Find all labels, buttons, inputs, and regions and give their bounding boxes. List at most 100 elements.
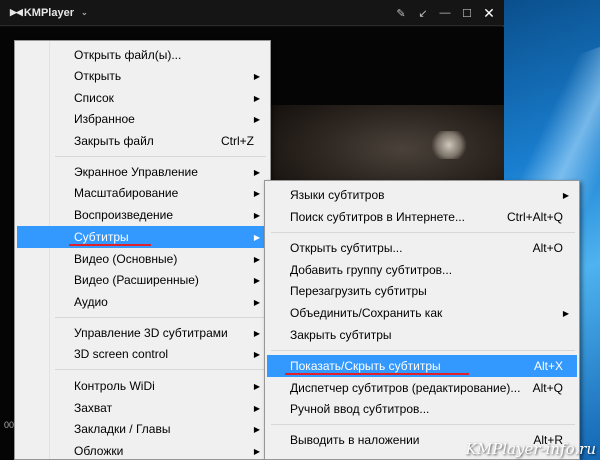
submenu-arrow-icon: ▶ bbox=[253, 210, 260, 220]
main-menu-item-6[interactable]: Экранное Управление ▶ bbox=[17, 161, 268, 183]
menu-item-label: Закрыть субтитры bbox=[290, 328, 392, 342]
pin-icon[interactable]: ✎ bbox=[392, 4, 410, 22]
submenu-arrow-icon: ▶ bbox=[253, 167, 260, 177]
menu-item-label: Управление 3D субтитрами bbox=[74, 326, 228, 340]
submenu-arrow-icon: ▶ bbox=[253, 424, 260, 434]
menu-item-label: Масштабирование bbox=[74, 186, 179, 200]
menu-item-label: Открыть субтитры... bbox=[290, 241, 403, 255]
menu-item-label: Обложки bbox=[74, 444, 124, 458]
menu-item-label: 3D screen control bbox=[74, 347, 169, 361]
menu-item-shortcut: Alt+X bbox=[533, 359, 563, 373]
menu-item-label: Аудио bbox=[74, 295, 108, 309]
menu-item-label: Закрыть файл bbox=[74, 134, 154, 148]
menu-item-label: Видео (Основные) bbox=[74, 252, 178, 266]
close-icon[interactable]: ✕ bbox=[480, 4, 498, 22]
menu-item-label: Диспетчер субтитров (редактирование)... bbox=[290, 381, 521, 395]
menu-separator bbox=[271, 424, 575, 425]
menu-separator bbox=[55, 317, 266, 318]
menu-item-label: Ручной ввод субтитров... bbox=[290, 402, 430, 416]
menu-item-shortcut: Alt+O bbox=[532, 241, 563, 255]
submenu-arrow-icon: ▶ bbox=[253, 93, 260, 103]
submenu-arrow-icon: ▶ bbox=[253, 446, 260, 456]
menu-item-label: Поиск субтитров в Интернете... bbox=[290, 210, 465, 224]
submenu-arrow-icon: ▶ bbox=[253, 188, 260, 198]
subtitles-menu-item-5[interactable]: Перезагрузить субтитры bbox=[267, 280, 577, 302]
subtitles-menu-item-7[interactable]: Закрыть субтитры bbox=[267, 324, 577, 346]
main-menu-item-7[interactable]: Масштабирование ▶ bbox=[17, 182, 268, 204]
main-menu-item-13[interactable]: Управление 3D субтитрами ▶ bbox=[17, 322, 268, 344]
subtitles-menu-item-10[interactable]: Ручной ввод субтитров... bbox=[267, 398, 577, 420]
main-menu-item-5[interactable]: Закрыть файл Ctrl+Z bbox=[17, 130, 268, 152]
subtitles-menu-item-4[interactable]: Добавить группу субтитров... bbox=[267, 259, 577, 281]
menu-item-label: Выводить в наложении bbox=[290, 433, 420, 447]
main-menu-item-11[interactable]: Видео (Расширенные) ▶ bbox=[17, 269, 268, 291]
menu-item-label: Добавить группу субтитров... bbox=[290, 263, 453, 277]
main-menu-item-17[interactable]: Закладки / Главы ▶ bbox=[17, 418, 268, 440]
minimize-icon[interactable]: — bbox=[436, 4, 454, 22]
menu-item-label: Субтитры bbox=[74, 230, 129, 244]
submenu-arrow-icon: ▶ bbox=[253, 297, 260, 307]
main-menu-item-12[interactable]: Аудио ▶ bbox=[17, 291, 268, 313]
menu-item-label: Языки субтитров bbox=[290, 188, 385, 202]
main-menu-item-1[interactable]: Открыть файл(ы)... bbox=[17, 44, 268, 66]
subtitles-menu-item-2[interactable]: Поиск субтитров в Интернете... Ctrl+Alt+Q bbox=[267, 206, 577, 228]
menu-item-label: Показать/Скрыть субтитры bbox=[290, 359, 441, 373]
main-menu-item-4[interactable]: Избранное ▶ bbox=[17, 108, 268, 130]
menu-item-label: Контроль WiDi bbox=[74, 379, 155, 393]
chevron-down-icon[interactable]: ⌄ bbox=[81, 8, 88, 17]
main-menu-item-2[interactable]: Открыть ▶ bbox=[17, 65, 268, 87]
submenu-arrow-icon: ▶ bbox=[253, 328, 260, 338]
menu-item-label: Избранное bbox=[74, 112, 135, 126]
menu-separator bbox=[271, 232, 575, 233]
menu-item-label: Воспроизведение bbox=[74, 208, 174, 222]
menu-item-label: Видео (Расширенные) bbox=[74, 273, 199, 287]
menu-item-label: Закладки / Главы bbox=[74, 422, 171, 436]
menu-separator bbox=[55, 369, 266, 370]
menu-item-label: Открыть bbox=[74, 69, 122, 83]
subtitles-menu-item-1[interactable]: Языки субтитров ▶ bbox=[267, 184, 577, 206]
main-menu-item-16[interactable]: Захват ▶ bbox=[17, 397, 268, 419]
subtitles-menu-item-3[interactable]: Открыть субтитры... Alt+O bbox=[267, 237, 577, 259]
maximize-icon[interactable]: ☐ bbox=[458, 4, 476, 22]
main-menu-item-3[interactable]: Список ▶ bbox=[17, 87, 268, 109]
menu-item-shortcut: Alt+Q bbox=[532, 381, 563, 395]
menu-item-label: Экранное Управление bbox=[74, 165, 198, 179]
annotation-underline-toggle bbox=[285, 373, 469, 375]
submenu-arrow-icon: ▶ bbox=[562, 308, 569, 318]
submenu-arrow-icon: ▶ bbox=[253, 275, 260, 285]
submenu-arrow-icon: ▶ bbox=[253, 71, 260, 81]
subtitles-menu-item-6[interactable]: Объединить/Сохранить как ▶ bbox=[267, 302, 577, 324]
subtitles-submenu: Языки субтитров ▶ Поиск субтитров в Интерн… bbox=[264, 180, 580, 460]
main-menu-item-10[interactable]: Видео (Основные) ▶ bbox=[17, 248, 268, 270]
submenu-arrow-icon: ▶ bbox=[253, 381, 260, 391]
annotation-underline-subtitles bbox=[69, 244, 151, 246]
menu-item-shortcut: Ctrl+Alt+Q bbox=[506, 210, 563, 224]
title-bar: ▶◀ KMPlayer ⌄ ✎ ↙ — ☐ ✕ bbox=[0, 0, 504, 26]
menu-item-shortcut: Ctrl+Z bbox=[221, 134, 254, 148]
kmplayer-logo-icon: ▶◀ bbox=[10, 7, 23, 17]
context-menu: Открыть файл(ы)... Открыть ▶ Список ▶ Избранн… bbox=[14, 40, 271, 460]
submenu-arrow-icon: ▶ bbox=[253, 232, 260, 242]
main-menu-item-15[interactable]: Контроль WiDi ▶ bbox=[17, 375, 268, 397]
main-menu-item-8[interactable]: Воспроизведение ▶ bbox=[17, 204, 268, 226]
main-menu-item-18[interactable]: Обложки ▶ bbox=[17, 440, 268, 460]
shrink-icon[interactable]: ↙ bbox=[414, 4, 432, 22]
site-watermark: KMPlayer-info.ru bbox=[465, 440, 596, 458]
menu-item-label: Список bbox=[74, 91, 114, 105]
app-title: KMPlayer bbox=[23, 6, 74, 19]
menu-item-label: Объединить/Сохранить как bbox=[290, 306, 443, 320]
menu-item-label: Открыть файл(ы)... bbox=[74, 48, 182, 62]
menu-separator bbox=[271, 350, 575, 351]
submenu-arrow-icon: ▶ bbox=[253, 349, 260, 359]
submenu-arrow-icon: ▶ bbox=[253, 254, 260, 264]
app-logo[interactable]: ▶◀ KMPlayer ⌄ bbox=[10, 7, 88, 19]
menu-separator bbox=[55, 156, 266, 157]
menu-item-label: Захват bbox=[74, 401, 113, 415]
subtitles-menu-item-9[interactable]: Диспетчер субтитров (редактирование)... A… bbox=[267, 377, 577, 399]
time-readout: 00 bbox=[4, 420, 15, 430]
main-menu-item-14[interactable]: 3D screen control ▶ bbox=[17, 343, 268, 365]
submenu-arrow-icon: ▶ bbox=[253, 114, 260, 124]
submenu-arrow-icon: ▶ bbox=[562, 190, 569, 200]
menu-item-label: Перезагрузить субтитры bbox=[290, 284, 427, 298]
submenu-arrow-icon: ▶ bbox=[253, 403, 260, 413]
